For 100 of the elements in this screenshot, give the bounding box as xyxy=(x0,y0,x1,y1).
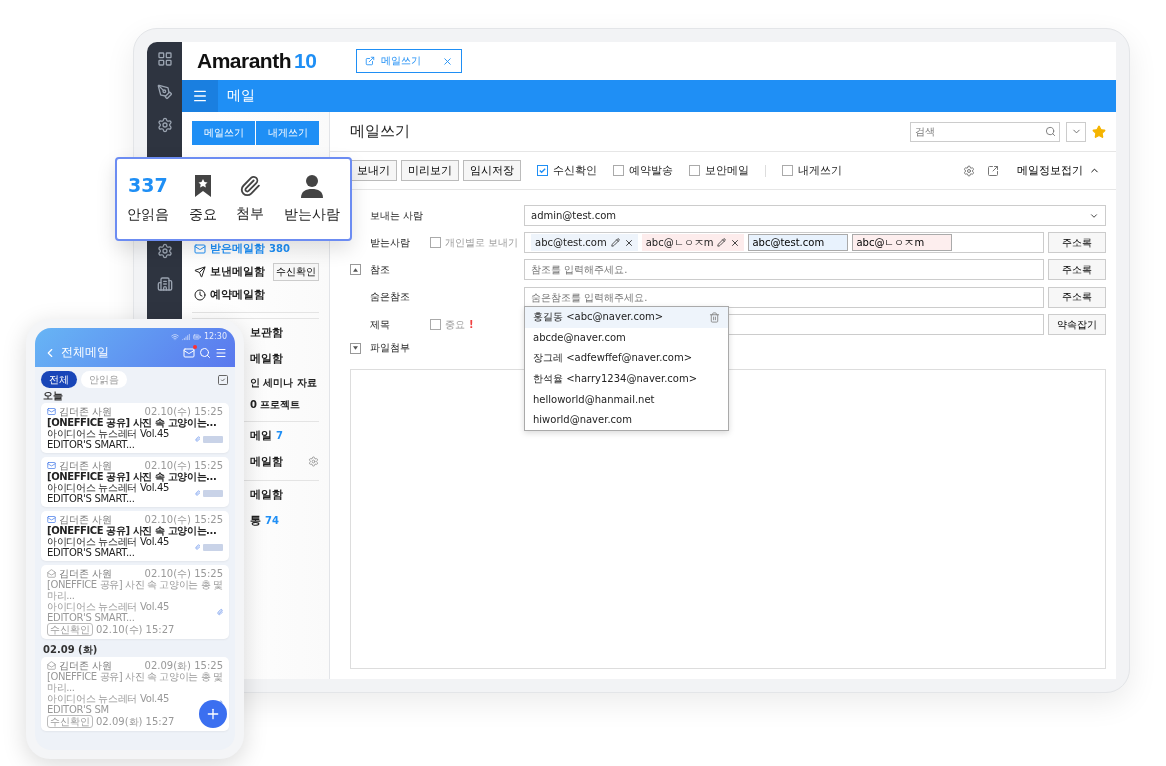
settings-icon[interactable] xyxy=(156,243,173,259)
checkbox[interactable] xyxy=(537,165,548,176)
recipient-chip[interactable]: abc@ㄴㅇㅈm xyxy=(641,234,745,251)
folder-item[interactable]: 인 세미나 자료 xyxy=(250,376,317,390)
address-book-button[interactable]: 주소록 xyxy=(1048,232,1106,253)
mail-preview: 아이디어스 뉴스레터 Vol.45 EDITOR'S SMART... xyxy=(47,482,171,504)
mail-card[interactable]: 김더존 사원 02.09(화) 15:25 [ONEFFICE 공유] 사진 속 고양이는 총 몇 마리... 아이디어스 뉴스레터 Vol.45 EDITOR'S SM 수신확인 02.09(화) 15:27 xyxy=(41,657,229,731)
search-icon[interactable] xyxy=(1045,125,1056,137)
receipt-time: 02.10(수) 15:27 xyxy=(96,624,175,635)
suggestion-item[interactable]: 한석율 <harry1234@naver.com> xyxy=(525,368,728,389)
close-icon[interactable] xyxy=(623,237,634,248)
menu-icon[interactable] xyxy=(215,346,227,359)
mail-time: 02.09(화) 15:25 xyxy=(144,660,223,671)
folder-item[interactable]: 메일함 xyxy=(250,454,283,469)
option-label: 수신확인 xyxy=(553,163,597,178)
checkbox[interactable] xyxy=(430,237,441,248)
collapse-toggle[interactable] xyxy=(350,342,361,354)
suggestion-item[interactable]: hiworld@naver.com xyxy=(525,409,728,430)
folder-item[interactable]: 0 프로젝트 xyxy=(250,398,301,412)
mail-time: 02.10(수) 15:25 xyxy=(144,460,223,471)
settings-icon[interactable] xyxy=(156,117,173,133)
mail-card[interactable]: 김더존 사원 02.10(수) 15:25 [ONEFFICE 공유] 사진 속 고양이는... 아이디어스 뉴스레터 Vol.45 EDITOR'S SMART... xyxy=(41,511,229,561)
checkbox[interactable] xyxy=(782,165,793,176)
stat-label: 안읽음 xyxy=(126,206,169,224)
option-label: 개인별로 보내기 xyxy=(445,235,519,250)
schedule-button[interactable]: 약속잡기 xyxy=(1048,314,1106,335)
folder-item[interactable]: 메일함 xyxy=(250,351,283,366)
folder-item[interactable]: 통 xyxy=(250,513,261,528)
envelope-icon xyxy=(47,407,56,416)
recipient-input[interactable]: abc@ㄴㅇㅈm xyxy=(852,234,953,251)
search-icon[interactable] xyxy=(199,346,211,359)
toolbar-button[interactable]: 보내기 xyxy=(350,160,397,181)
mail-icon[interactable] xyxy=(183,346,195,359)
menu-button[interactable] xyxy=(182,80,218,112)
suggestion-item[interactable]: abcde@naver.com xyxy=(525,327,728,348)
sender: 김더존 사원 xyxy=(59,406,114,417)
read-receipt-button[interactable]: 수신확인 xyxy=(273,262,319,281)
field-label: 파일첨부 xyxy=(370,341,411,355)
folder-item[interactable]: 보낸메일함 수신확인 xyxy=(192,260,319,283)
folder-item[interactable]: 메일 xyxy=(250,427,272,443)
mail-icon xyxy=(194,242,206,255)
settings-icon[interactable] xyxy=(963,164,975,177)
option-label: 예약발송 xyxy=(629,163,673,178)
paperclip-icon xyxy=(194,435,200,443)
select-icon[interactable] xyxy=(217,373,229,386)
folder-item[interactable]: 보관함 xyxy=(250,324,283,340)
search-field[interactable]: 검색 xyxy=(910,121,1060,142)
popout-icon[interactable] xyxy=(987,164,999,177)
unread-count: 337 xyxy=(128,174,168,198)
folder-item[interactable]: 메일함 xyxy=(250,486,283,502)
clock-icon xyxy=(194,288,206,301)
sender: 김더존 사원 xyxy=(59,460,114,471)
recipient-chip[interactable]: abc@test.com xyxy=(531,234,638,251)
suggestion-item[interactable]: 홍길동 <abc@naver.com> xyxy=(525,307,728,328)
star-icon[interactable] xyxy=(1092,124,1106,139)
bookmark-star-icon xyxy=(192,174,213,198)
logo: Amaranth10 xyxy=(197,49,317,73)
field-label: 참조 xyxy=(370,262,391,277)
clock: 12:30 xyxy=(203,332,227,341)
recipient-field[interactable]: abc@test.com abc@ㄴㅇㅈm abc@test.com abc@ㄴㅇㅈm xyxy=(524,232,1044,253)
checkbox[interactable] xyxy=(689,165,700,176)
open-tab[interactable]: 메일쓰기 xyxy=(356,49,463,73)
triangle-up-icon xyxy=(353,267,358,272)
required-mark: ! xyxy=(469,319,474,330)
address-book-button[interactable]: 주소록 xyxy=(1048,259,1106,280)
stat-label: 받는사람 xyxy=(284,206,341,224)
mail-card[interactable]: 김더존 사원 02.10(수) 15:25 [ONEFFICE 공유] 사진 속 고양이는... 아이디어스 뉴스레터 Vol.45 EDITOR'S SMART... xyxy=(41,403,229,453)
apps-icon[interactable] xyxy=(156,51,173,67)
collapse-toggle[interactable] xyxy=(350,264,361,275)
building-icon[interactable] xyxy=(156,276,173,292)
pen-icon[interactable] xyxy=(156,84,173,100)
toolbar-button[interactable]: 미리보기 xyxy=(401,160,459,181)
filter-tab[interactable]: 전체 xyxy=(41,371,77,388)
cc-field[interactable]: 참조를 입력해주세요. xyxy=(524,259,1044,280)
triangle-down-icon xyxy=(353,346,358,350)
suggestion-item[interactable]: 장그레 <adfewffef@naver.com> xyxy=(525,348,728,369)
trash-icon[interactable] xyxy=(709,311,720,323)
close-icon[interactable] xyxy=(730,237,741,248)
mail-preview: 아이디어스 뉴스레터 Vol.45 EDITOR'S SM xyxy=(47,693,171,715)
menu-icon xyxy=(192,88,208,104)
mail-subject: [ONEFFICE 공유] 사진 속 고양이는... xyxy=(47,525,218,536)
mail-card[interactable]: 김더존 사원 02.10(수) 15:25 [ONEFFICE 공유] 사진 속 고양이는 총 몇 마리... 아이디어스 뉴스레터 Vol.45 EDITOR'S SMART... 수신확인 02.10(수) 15:27 xyxy=(41,565,229,639)
info-toggle[interactable]: 메일정보접기 xyxy=(1011,162,1106,179)
edit-icon[interactable] xyxy=(610,238,620,247)
checkbox[interactable] xyxy=(430,319,441,330)
address-book-button[interactable]: 주소록 xyxy=(1048,286,1106,308)
checkbox[interactable] xyxy=(613,165,624,176)
settings-icon[interactable] xyxy=(308,456,319,467)
folder-item[interactable]: 예약메일함 xyxy=(192,283,319,306)
bcc-field[interactable]: 숨은참조를 입력해주세요. xyxy=(524,287,1044,308)
edit-icon[interactable] xyxy=(717,238,727,247)
option-label: 보안메일 xyxy=(705,163,749,178)
mail-card[interactable]: 김더존 사원 02.10(수) 15:25 [ONEFFICE 공유] 사진 속 고양이는... 아이디어스 뉴스레터 Vol.45 EDITOR'S SMART... xyxy=(41,457,229,507)
suggestion-item[interactable]: helloworld@hanmail.net xyxy=(525,389,728,410)
field-label: 받는사람 xyxy=(370,235,411,250)
paperclip-icon xyxy=(216,608,223,616)
sender-select[interactable]: admin@test.com xyxy=(524,205,1106,226)
date-header: 02.09 (화) xyxy=(42,643,99,657)
recipient-input[interactable]: abc@test.com xyxy=(748,234,849,251)
toolbar-button[interactable]: 임시저장 xyxy=(463,160,521,181)
